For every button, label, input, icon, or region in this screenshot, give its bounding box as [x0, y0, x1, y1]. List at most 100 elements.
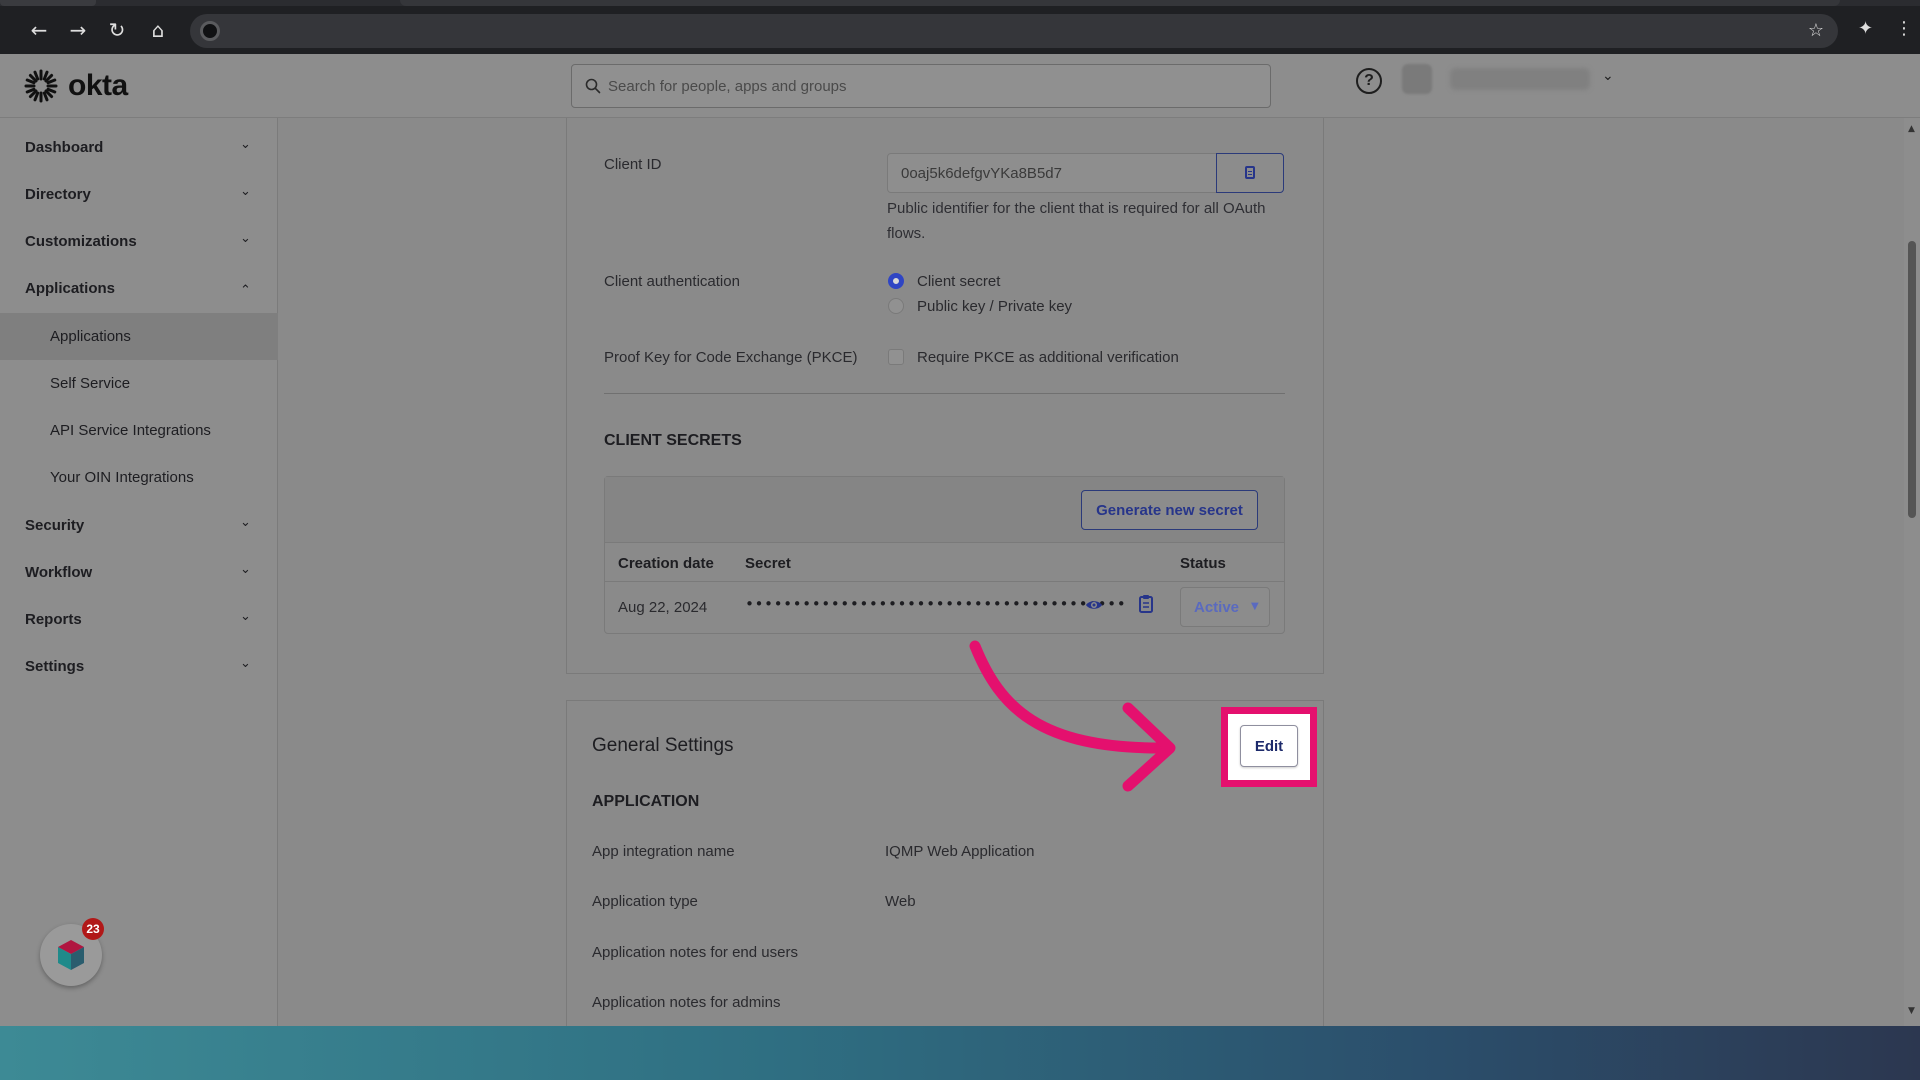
search-input[interactable]: [608, 65, 1258, 107]
address-bar[interactable]: ☆: [190, 14, 1838, 48]
search-icon: [585, 78, 601, 94]
sidebar-item-workflow[interactable]: Workflow ⌄: [0, 549, 278, 596]
client-secret-radio-label[interactable]: Client secret: [917, 273, 1000, 290]
sidebar-item-dashboard[interactable]: Dashboard ⌄: [0, 124, 278, 171]
scroll-down-icon[interactable]: ▼: [1908, 1006, 1915, 1016]
star-icon[interactable]: ☆: [1808, 20, 1824, 41]
avatar[interactable]: [1402, 64, 1432, 94]
okta-logo[interactable]: okta: [24, 68, 128, 104]
chevron-down-icon: ⌄: [240, 609, 251, 624]
table-row-divider: [605, 581, 1284, 582]
sidebar-subitem-self-service[interactable]: Self Service: [0, 360, 278, 407]
notes-end-users-label: Application notes for end users: [592, 944, 798, 961]
sidebar-item-label: Reports: [25, 611, 82, 628]
sidebar-subitem-label: Applications: [50, 328, 131, 345]
scrollbar-thumb[interactable]: [1908, 241, 1916, 518]
sidebar-subitem-label: Your OIN Integrations: [50, 469, 194, 486]
sidebar-item-applications[interactable]: Applications ⌃: [0, 265, 278, 312]
notification-count-badge: 23: [82, 918, 104, 940]
sidebar-subitem-label: API Service Integrations: [50, 422, 211, 439]
sidebar-item-directory[interactable]: Directory ⌄: [0, 171, 278, 218]
sidebar-item-label: Customizations: [25, 233, 137, 250]
logo-text: okta: [68, 69, 128, 102]
chevron-down-icon[interactable]: ⌄: [1602, 68, 1614, 84]
sidebar-subitem-applications[interactable]: Applications: [0, 313, 278, 360]
back-arrow-icon[interactable]: ←: [27, 18, 51, 42]
pkce-label: Proof Key for Code Exchange (PKCE): [604, 349, 858, 366]
sidebar-subitem-label: Self Service: [50, 375, 131, 392]
site-info-icon[interactable]: [200, 21, 220, 41]
secret-creation-date: Aug 22, 2024: [618, 599, 708, 616]
column-header-status: Status: [1180, 555, 1226, 572]
sidebar: Dashboard ⌄ Directory ⌄ Customizations ⌄…: [0, 118, 278, 1026]
puzzle-icon[interactable]: ✦: [1858, 18, 1880, 40]
sidebar-item-customizations[interactable]: Customizations ⌄: [0, 218, 278, 265]
sidebar-item-label: Directory: [25, 186, 91, 203]
tab-strip: [0, 0, 1920, 6]
chevron-down-icon: ⌄: [240, 515, 251, 530]
status-value: Active: [1194, 599, 1240, 616]
global-search[interactable]: [571, 64, 1271, 108]
client-id-field: [887, 153, 1217, 193]
kebab-menu-icon[interactable]: ⋮: [1895, 18, 1913, 40]
secret-status-select[interactable]: Active ▼: [1180, 587, 1270, 627]
client-auth-label: Client authentication: [604, 273, 740, 290]
clipboard-icon: [1245, 166, 1255, 179]
copy-client-id-button[interactable]: [1216, 153, 1284, 193]
generate-new-secret-button[interactable]: Generate new secret: [1081, 490, 1258, 530]
browser-tab-active[interactable]: [400, 0, 1840, 6]
application-type-value: Web: [885, 893, 916, 910]
browser-toolbar: ← → ↻ ⌂ ☆ ✦ ⋮: [0, 0, 1920, 54]
chevron-up-icon: ⌃: [240, 283, 251, 298]
application-type-label: Application type: [592, 893, 698, 910]
chevron-down-icon: ⌄: [240, 562, 251, 577]
eye-icon[interactable]: [1085, 596, 1103, 614]
annotation-arrow-icon: [969, 640, 1176, 792]
pkce-checkbox[interactable]: [888, 349, 904, 365]
sidebar-item-label: Settings: [25, 658, 85, 675]
sidebar-item-reports[interactable]: Reports ⌄: [0, 596, 278, 643]
general-settings-title: General Settings: [592, 735, 734, 756]
desktop-background: [0, 1026, 1920, 1080]
notes-admins-label: Application notes for admins: [592, 994, 781, 1011]
section-divider: [604, 393, 1285, 394]
chevron-down-icon: ⌄: [240, 231, 251, 246]
app-integration-name-value: IQMP Web Application: [885, 843, 1035, 860]
client-id-input[interactable]: [888, 154, 1216, 192]
chevron-down-icon: ⌄: [240, 656, 251, 671]
browser-tab[interactable]: [0, 0, 96, 6]
home-icon[interactable]: ⌂: [146, 18, 170, 42]
scroll-up-icon[interactable]: ▲: [1908, 124, 1915, 134]
onboarding-widget[interactable]: 23: [40, 918, 104, 986]
secrets-toolbar: Generate new secret: [605, 477, 1284, 543]
client-id-label: Client ID: [604, 156, 662, 173]
chevron-down-icon: ⌄: [240, 184, 251, 199]
clipboard-icon[interactable]: [1137, 593, 1155, 615]
app-integration-name-label: App integration name: [592, 843, 735, 860]
edit-button[interactable]: Edit: [1240, 725, 1298, 767]
forward-arrow-icon[interactable]: →: [66, 18, 90, 42]
secret-masked-value: ••••••••••••••••••••••••••••••••••••••••: [745, 595, 1127, 613]
sidebar-item-label: Security: [25, 517, 85, 534]
caret-down-icon: ▼: [1251, 601, 1259, 612]
column-header-creation-date: Creation date: [618, 555, 714, 572]
application-section-heading: APPLICATION: [592, 793, 700, 810]
sidebar-subitem-your-oin-integrations[interactable]: Your OIN Integrations: [0, 454, 278, 501]
page-scrollbar[interactable]: ▲ ▼: [1904, 118, 1920, 1026]
reload-icon[interactable]: ↻: [105, 18, 129, 42]
client-secrets-table: Generate new secret Creation date Secret…: [604, 476, 1285, 634]
sidebar-item-label: Dashboard: [25, 139, 104, 156]
chevron-down-icon: ⌄: [240, 137, 251, 152]
sidebar-item-security[interactable]: Security ⌄: [0, 502, 278, 549]
help-icon[interactable]: ?: [1356, 68, 1382, 94]
sidebar-subitem-api-service-integrations[interactable]: API Service Integrations: [0, 407, 278, 454]
pkce-checkbox-label[interactable]: Require PKCE as additional verification: [917, 349, 1179, 366]
public-key-radio[interactable]: [888, 298, 904, 314]
sidebar-item-label: Applications: [25, 280, 116, 297]
public-key-radio-label[interactable]: Public key / Private key: [917, 298, 1072, 315]
sidebar-item-label: Workflow: [25, 564, 93, 581]
client-secret-radio[interactable]: [888, 273, 904, 289]
client-secrets-heading: CLIENT SECRETS: [604, 432, 742, 449]
sidebar-item-settings[interactable]: Settings ⌄: [0, 643, 278, 690]
user-menu-name[interactable]: [1450, 68, 1590, 90]
